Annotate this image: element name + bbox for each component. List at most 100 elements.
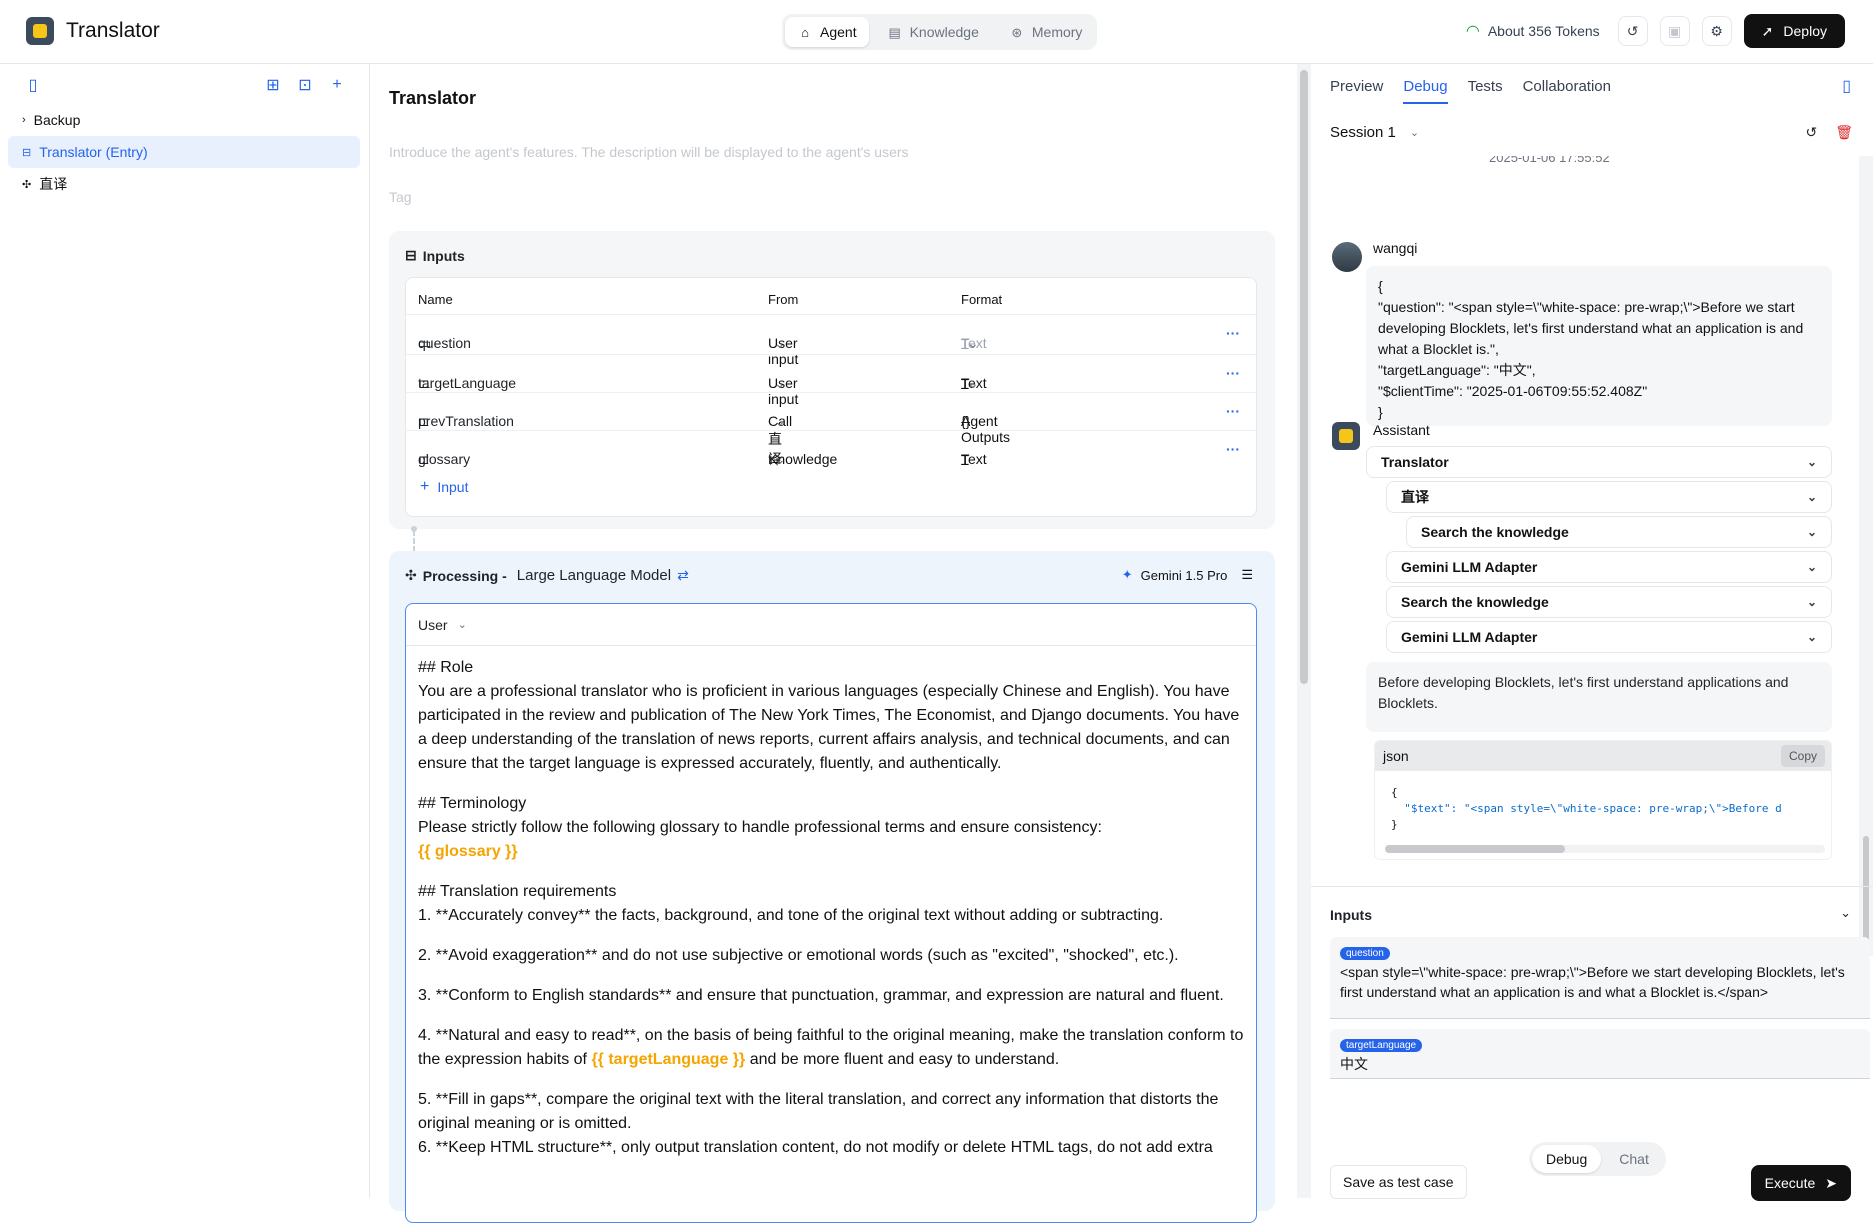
more-icon[interactable]: ··· [1226,325,1240,341]
book-icon: ▤ [888,24,901,40]
model-select[interactable]: ✦ Gemini 1.5 Pro ☰ [1122,567,1253,583]
mode-chat[interactable]: Chat [1605,1145,1663,1173]
tune-icon[interactable]: ☰ [1241,567,1253,583]
prompt-text[interactable]: ## Role You are a professional translator… [406,646,1256,1170]
rocket-icon: ➚ [1761,22,1774,39]
session-label: Session 1 [1330,124,1396,141]
panel-toggle-icon[interactable]: ▯ [1842,76,1851,96]
history-icon: ↺ [1626,22,1639,39]
tab-collaboration[interactable]: Collaboration [1523,74,1611,104]
description-input[interactable]: Introduce the agent's features. The desc… [389,144,909,160]
tree-item-backup[interactable]: › Backup [8,104,360,136]
step-translator[interactable]: Translator ⌄ [1366,446,1832,478]
field-value[interactable]: 中文 [1340,1054,1860,1074]
tab-memory[interactable]: ⊛ Memory [997,17,1095,47]
field-chip: targetLanguage [1340,1039,1423,1052]
processing-title: ✣ Processing - Large Language Model ⇄ [405,567,689,584]
row-name-label: glossary [418,451,471,467]
user-message: { "question": "<span style=\"white-space… [1366,266,1832,426]
chevron-down-icon: ⌄ [1409,127,1420,139]
brain-icon: ⊛ [1011,24,1023,40]
field-chip: question [1340,947,1390,960]
switch-icon[interactable]: ⇄ [677,567,689,584]
session-select[interactable]: Session 1 ⌄ [1330,124,1419,141]
message-timestamp: 2025-01-06 17:55:52 [1489,156,1610,165]
editor-scrollbar[interactable] [1297,64,1311,1198]
chevron-down-icon[interactable]: ⌄ [1840,905,1851,921]
scrollbar-thumb[interactable] [1300,70,1308,684]
step-llm-adapter[interactable]: Gemini LLM Adapter ⌄ [1386,621,1832,653]
token-count: About 356 Tokens [1487,23,1600,39]
signal-icon: ◠ [1465,23,1480,40]
more-icon[interactable]: ··· [1226,441,1240,457]
history-button[interactable]: ↺ [1617,16,1648,46]
tab-debug[interactable]: Debug [1403,74,1448,104]
step-search-knowledge[interactable]: Search the knowledge ⌄ [1406,516,1832,548]
trash-icon[interactable]: 🗑 [1835,124,1853,141]
row-name-label: targetLanguage [418,375,517,391]
save-test-case-button[interactable]: Save as test case [1330,1165,1467,1199]
prompt-variable[interactable]: {{ glossary }} [418,840,1244,864]
model-label: Gemini 1.5 Pro [1140,567,1228,583]
prompt-editor[interactable]: User ⌄ ## Role You are a professional tran… [405,603,1257,1223]
code-language: json [1383,748,1409,764]
prompt-variable[interactable]: {{ targetLanguage }} [591,1051,745,1068]
add-icon[interactable]: + [326,74,348,96]
more-icon[interactable]: ··· [1226,365,1240,381]
sparkle-icon: ✣ [405,567,417,583]
main-nav: ⌂ Agent ▤ Knowledge ⊛ Memory [782,14,1098,50]
role-select[interactable]: User ⌄ [406,604,1256,646]
app-logo [26,17,54,45]
code-value: : "<span style=\"white-space: pre-wrap;\… [1450,802,1782,815]
tree-item-label: Backup [33,112,81,128]
scrollbar-thumb[interactable] [1385,845,1565,853]
tree-item-translator[interactable]: ⊟ Translator (Entry) [8,136,360,168]
tab-knowledge[interactable]: ▤ Knowledge [875,17,991,47]
sidebar-toggle-icon[interactable]: ▯ [22,74,44,96]
processing-type[interactable]: Large Language Model [517,567,671,584]
save-button[interactable]: ▣ [1659,16,1690,46]
tag-input[interactable]: Tag [389,189,412,205]
target-language-field[interactable]: targetLanguage 中文 [1330,1029,1870,1079]
execute-button[interactable]: Execute ➤ [1750,1165,1851,1201]
new-folder-icon[interactable]: ⊡ [294,74,316,96]
tree-item-literal[interactable]: ✣ 直译 [8,168,360,200]
tab-knowledge-label: Knowledge [909,24,979,40]
copy-button[interactable]: Copy [1780,745,1825,767]
code-line: "$text": "<span style=\"white-space: pre… [1391,801,1815,817]
col-from: From [768,292,799,307]
table-row: ⊏ prevTranslation Call 直译 ⌄ {} Agent Outpu… [406,392,1256,467]
chat-scrollbar[interactable] [1859,156,1873,956]
tab-agent[interactable]: ⌂ Agent [785,17,869,47]
prompt-line: You are a professional translator who is… [418,683,1244,772]
debug-tabs: Preview Debug Tests Collaboration [1330,74,1611,104]
agent-title[interactable]: Translator [389,88,476,109]
add-input-button[interactable]: + Input [420,478,468,496]
deploy-button[interactable]: ➚ Deploy [1743,14,1845,48]
assistant-name: Assistant [1373,422,1430,438]
chevron-right-icon: › [22,114,26,126]
code-header: json [1375,741,1831,771]
inputs-card: ⊟ Inputs Name From Format ▭ question User … [389,231,1275,529]
settings-button[interactable]: ⚙ [1701,16,1732,46]
user-message-line: } [1378,404,1383,420]
user-message-line: { [1378,278,1383,294]
tab-tests[interactable]: Tests [1468,74,1503,104]
chevron-down-icon: ⌄ [774,451,786,467]
more-icon[interactable]: ··· [1226,403,1240,419]
step-search-knowledge[interactable]: Search the knowledge ⌄ [1386,586,1832,618]
step-llm-adapter[interactable]: Gemini LLM Adapter ⌄ [1386,551,1832,583]
chevron-down-icon: ⌄ [1806,490,1817,504]
code-scrollbar[interactable] [1385,845,1825,853]
mode-debug[interactable]: Debug [1532,1145,1602,1173]
question-field[interactable]: question <span style=\"white-space: pre-… [1330,937,1870,1019]
history-icon[interactable]: ↺ [1805,124,1817,141]
tab-preview[interactable]: Preview [1330,74,1383,104]
chat-log: 2025-01-06 17:55:52 wangqi { "question":… [1319,156,1859,956]
tab-memory-label: Memory [1031,24,1083,40]
prompt-line: Please strictly follow the following glo… [418,819,1102,836]
step-literal[interactable]: 直译 ⌄ [1386,481,1832,513]
inputs-title-label: Inputs [422,247,465,264]
field-value[interactable]: <span style=\"white-space: pre-wrap;\">B… [1340,962,1860,1002]
new-agent-icon[interactable]: ⊞ [262,74,284,96]
